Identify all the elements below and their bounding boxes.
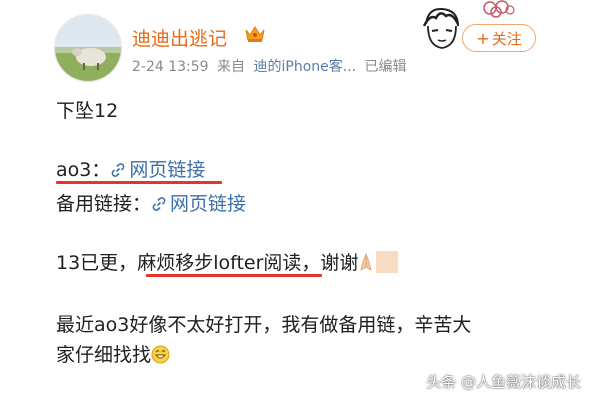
username[interactable]: 迪迪出逃记 [132, 24, 227, 51]
backup-link-text: 网页链接 [170, 193, 247, 215]
link-icon [152, 197, 166, 211]
source-prefix: 来自 [217, 59, 246, 75]
avatar[interactable] [54, 14, 122, 82]
post-meta: 2-24 13:59 来自 迪的iPhone客... 已编辑 [132, 56, 411, 76]
paragraph-line-2: 家仔细找找 [56, 340, 170, 367]
praying-hands-emoji [360, 252, 373, 271]
ao3-label: ao3： [56, 159, 111, 181]
ao3-link-line: ao3： 网页链接 [56, 155, 205, 182]
update-highlight: 麻烦移步lofter阅读 [137, 252, 302, 274]
post-date: 2-24 13:59 [132, 59, 209, 75]
follow-button[interactable]: + 关注 [462, 24, 536, 52]
sticker-face-icon [416, 4, 466, 54]
plus-icon: + [476, 28, 490, 48]
update-line: 13已更，麻烦移步lofter阅读，谢谢 [56, 248, 399, 275]
watermark: 头条 @人鱼薇沫谈成长 [426, 373, 581, 391]
paragraph-line-2-text: 家仔细找找 [56, 344, 152, 366]
flower-decoration-icon [476, 0, 522, 20]
backup-label: 备用链接： [56, 193, 152, 215]
avatar-image [55, 15, 121, 81]
paragraph-line-1: 最近ao3好像不太好打开，我有做备用链，辛苦大 [56, 314, 472, 336]
link-icon [112, 163, 125, 177]
update-underline [146, 274, 322, 277]
ao3-web-link[interactable]: 网页链接 [110, 159, 205, 181]
update-suffix: ，谢谢 [301, 252, 359, 274]
ao3-underline [56, 181, 222, 184]
update-prefix: 13已更， [56, 252, 138, 274]
edited-label: 已编辑 [364, 59, 407, 75]
skin-tone-modifier [376, 251, 399, 273]
crown-icon [244, 24, 266, 44]
smile-emoji [151, 345, 170, 364]
source-device[interactable]: 迪的iPhone客... [253, 59, 356, 75]
follow-label: 关注 [491, 29, 522, 48]
backup-web-link[interactable]: 网页链接 [151, 193, 246, 215]
ao3-link-text: 网页链接 [129, 159, 206, 181]
post-title-line: 下坠12 [56, 100, 119, 122]
backup-link-line: 备用链接： 网页链接 [56, 189, 246, 216]
